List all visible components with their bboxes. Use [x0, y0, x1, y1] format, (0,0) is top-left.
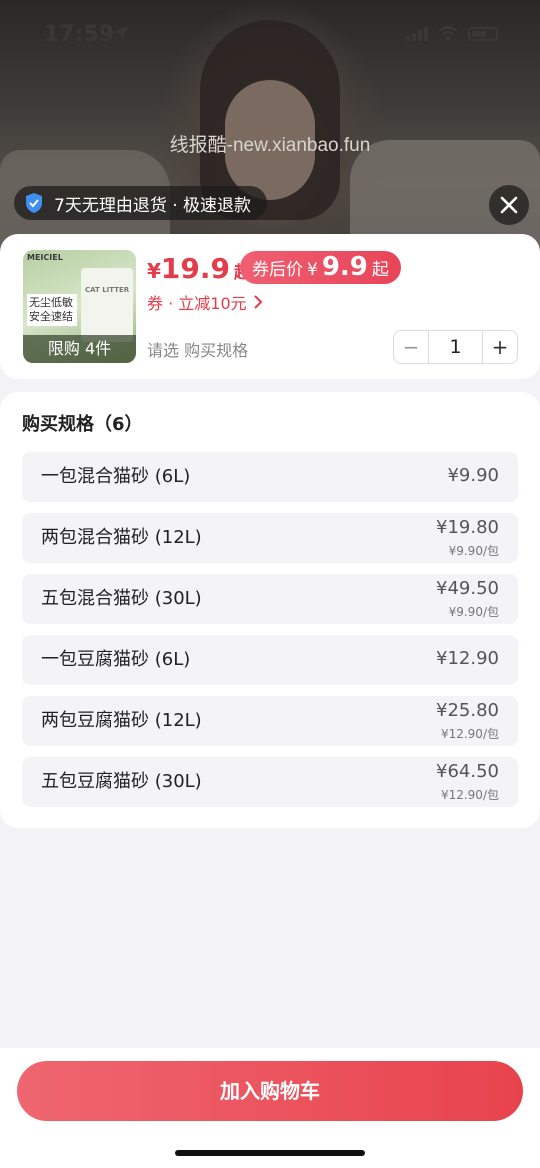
spec-panel: 购买规格（6） 一包混合猫砂 (6L) ¥9.90 两包混合猫砂 (12L) ¥…	[0, 392, 540, 828]
close-icon	[500, 196, 518, 214]
status-bar: 17:59	[0, 0, 540, 70]
increase-quantity-button[interactable]: +	[483, 331, 517, 363]
purchase-limit-label: 限购 4件	[23, 335, 136, 363]
spec-option-price: ¥25.80	[436, 700, 499, 721]
cellular-signal-icon	[406, 26, 428, 41]
quantity-stepper: − 1 +	[393, 330, 518, 364]
after-coupon-currency: ¥	[307, 260, 318, 280]
return-policy-label: 7天无理由退货 · 极速退款	[54, 195, 252, 216]
spec-option-name: 一包豆腐猫砂 (6L)	[41, 649, 191, 670]
spec-option-unit-price: ¥9.90/包	[448, 605, 499, 619]
litter-bag-image: CAT LITTER	[81, 268, 133, 342]
spec-option-name: 两包混合猫砂 (12L)	[41, 527, 202, 548]
return-policy-pill[interactable]: 7天无理由退货 · 极速退款	[14, 186, 268, 220]
wifi-icon	[438, 26, 458, 41]
after-coupon-value: 9.9	[321, 252, 368, 282]
spec-option-name: 五包混合猫砂 (30L)	[41, 588, 202, 609]
spec-option[interactable]: 一包混合猫砂 (6L) ¥9.90	[22, 452, 518, 502]
home-indicator[interactable]	[175, 1150, 365, 1156]
spec-option[interactable]: 五包混合猫砂 (30L) ¥49.50 ¥9.90/包	[22, 574, 518, 624]
spec-option-price: ¥64.50	[436, 761, 499, 782]
status-time: 17:59	[44, 22, 115, 47]
spec-option[interactable]: 一包豆腐猫砂 (6L) ¥12.90	[22, 635, 518, 685]
spec-option-price: ¥12.90	[436, 648, 499, 669]
thumb-tag: 无尘低敏 安全速结	[27, 294, 77, 326]
spec-option[interactable]: 两包混合猫砂 (12L) ¥19.80 ¥9.90/包	[22, 513, 518, 563]
spec-option[interactable]: 五包豆腐猫砂 (30L) ¥64.50 ¥12.90/包	[22, 757, 518, 807]
product-price: ¥19.9起	[147, 252, 251, 285]
chevron-right-icon	[253, 295, 263, 309]
spec-option-name: 一包混合猫砂 (6L)	[41, 466, 191, 487]
spec-option-name: 五包豆腐猫砂 (30L)	[41, 771, 202, 792]
price-value: 19.9	[160, 252, 231, 285]
add-to-cart-button[interactable]: 加入购物车	[17, 1061, 523, 1121]
spec-title: 购买规格（6）	[22, 414, 143, 435]
spec-option-price: ¥9.90	[447, 465, 499, 486]
watermark-text: 线报酷-new.xianbao.fun	[169, 135, 371, 156]
close-button[interactable]	[489, 185, 529, 225]
after-coupon-suffix: 起	[371, 260, 389, 280]
thumb-brand: MEICIEL	[27, 253, 63, 262]
spec-option-unit-price: ¥12.90/包	[440, 788, 499, 802]
coupon-text: 券 · 立减10元	[147, 294, 247, 313]
spec-option-name: 两包豆腐猫砂 (12L)	[41, 710, 202, 731]
status-icons	[406, 26, 498, 41]
spec-option-price: ¥19.80	[436, 517, 499, 538]
spec-option-price: ¥49.50	[436, 578, 499, 599]
spec-option[interactable]: 两包豆腐猫砂 (12L) ¥25.80 ¥12.90/包	[22, 696, 518, 746]
thumb-bag-label: CAT LITTER	[85, 286, 130, 294]
spec-option-unit-price: ¥9.90/包	[448, 544, 499, 558]
location-arrow-icon	[114, 26, 128, 40]
spec-hint: 请选 购买规格	[147, 341, 249, 360]
after-coupon-price-badge: 券后价 ¥ 9.9 起	[240, 251, 401, 284]
coupon-link[interactable]: 券 · 立减10元	[147, 290, 263, 314]
quantity-value[interactable]: 1	[428, 331, 483, 363]
decrease-quantity-button[interactable]: −	[394, 331, 428, 363]
shield-check-icon	[26, 193, 42, 213]
price-currency: ¥	[147, 259, 161, 283]
product-thumbnail[interactable]: MEICIEL 无尘低敏 安全速结 CAT LITTER 限购 4件	[23, 250, 136, 363]
after-coupon-label: 券后价	[252, 260, 303, 280]
battery-icon	[468, 26, 498, 41]
spec-option-unit-price: ¥12.90/包	[440, 727, 499, 741]
